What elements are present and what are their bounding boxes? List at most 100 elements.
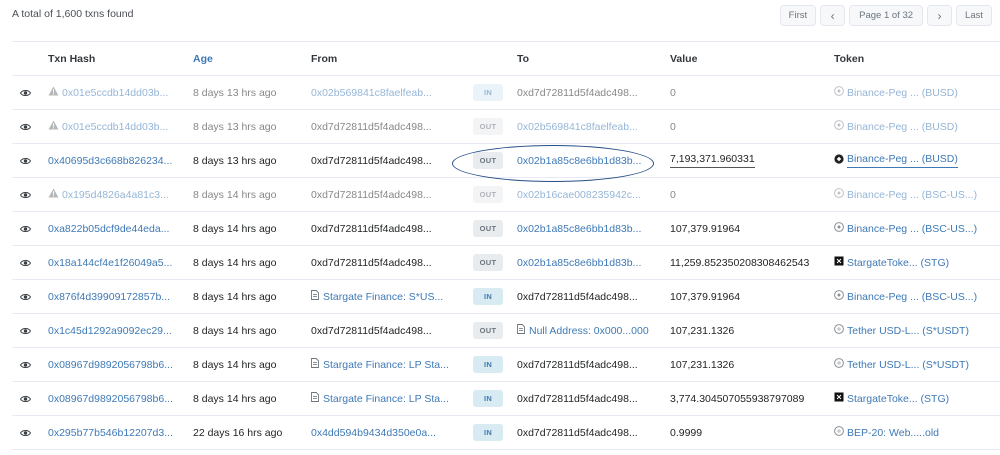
from-address-text: Stargate Finance: LP Sta... [323, 358, 449, 371]
token-link[interactable]: Binance-Peg ... (BSC-US...) [834, 212, 1000, 245]
direction-cell: IN [473, 280, 503, 313]
value-text: 107,231.1326 [670, 358, 735, 371]
header-token: Token [834, 52, 865, 65]
header-txn-hash: Txn Hash [48, 52, 96, 65]
token-icon [834, 222, 844, 235]
from-address: 0xd7d72811d5f4adc498... [311, 314, 461, 347]
next-page-button[interactable]: › [927, 5, 953, 26]
value-cell: 3,774.304507055938797089 [670, 382, 830, 415]
eye-icon[interactable] [20, 382, 40, 415]
eye-icon[interactable] [20, 76, 40, 109]
to-address[interactable]: 0x02b1a85c8e6bb1d83b... [517, 212, 662, 245]
last-page-button[interactable]: Last [956, 5, 992, 26]
to-address[interactable]: 0x02b1a85c8e6bb1d83b... [517, 246, 662, 279]
txn-hash-link[interactable]: 0x18a144cf4e1f26049a5... [48, 246, 188, 279]
direction-badge: IN [473, 288, 503, 305]
txn-hash-text: 0x40695d3c668b826234... [48, 154, 173, 167]
txn-hash-link[interactable]: 0x1c45d1292a9092ec29... [48, 314, 188, 347]
from-address[interactable]: 0x02b569841c8faelfeab... [311, 76, 461, 109]
token-link[interactable]: Binance-Peg ... (BUSD) [834, 144, 1000, 177]
top-bar: A total of 1,600 txns found First ‹ Page… [0, 0, 1000, 34]
eye-icon[interactable] [20, 144, 40, 177]
value-text: 0 [670, 188, 676, 201]
eye-icon[interactable] [20, 178, 40, 211]
direction-badge: OUT [473, 118, 503, 135]
direction-cell: IN [473, 348, 503, 381]
direction-cell: OUT [473, 178, 503, 211]
from-address[interactable]: Stargate Finance: LP Sta... [311, 382, 461, 415]
token-link[interactable]: Tether USD-L... (S*USDT) [834, 314, 1000, 347]
token-text: BEP-20: Web.....old [847, 426, 940, 439]
to-address-text: 0x02b1a85c8e6bb1d83b... [517, 154, 642, 167]
from-address[interactable]: 0x4dd594b9434d350e0a... [311, 416, 461, 449]
token-text: Binance-Peg ... (BUSD) [847, 153, 958, 168]
from-address[interactable]: Stargate Finance: LP Sta... [311, 348, 461, 381]
value-text: 11,259.852350208308462543 [670, 256, 810, 269]
to-address[interactable]: 0x02b1a85c8e6bb1d83b... [517, 144, 662, 177]
header-to: To [517, 52, 530, 65]
token-text: Binance-Peg ... (BUSD) [847, 86, 958, 99]
txn-hash-link[interactable]: 0x08967d9892056798b6... [48, 348, 188, 381]
table-row: 0x08967d9892056798b6... 8 days 14 hrs ago… [12, 382, 1000, 416]
token-link[interactable]: BEP-20: Web.....old [834, 416, 1000, 449]
direction-cell: OUT [473, 110, 503, 143]
to-address-text: 0xd7d72811d5f4adc498... [517, 290, 638, 303]
token-text: Binance-Peg ... (BSC-US...) [847, 290, 978, 303]
to-address-text: 0x02b1a85c8e6bb1d83b... [517, 256, 642, 269]
contract-icon [311, 290, 319, 303]
token-icon [834, 358, 844, 371]
eye-icon[interactable] [20, 280, 40, 313]
txn-hash-link[interactable]: 0x08967d9892056798b6... [48, 382, 188, 415]
eye-icon[interactable] [20, 110, 40, 143]
direction-cell: IN [473, 76, 503, 109]
pagination: First ‹ Page 1 of 32 › Last [779, 5, 992, 26]
txn-hash-link[interactable]: 0xa822b05dcf9de44eda... [48, 212, 188, 245]
token-icon [834, 256, 844, 269]
txn-hash-link[interactable]: 0x40695d3c668b826234... [48, 144, 188, 177]
token-link[interactable]: StargateToke... (STG) [834, 382, 1000, 415]
txn-hash-link[interactable]: 0x01e5ccdb14dd03b... [48, 76, 188, 109]
direction-cell: IN [473, 416, 503, 449]
age-text: 8 days 14 hrs ago [193, 358, 277, 371]
eye-icon[interactable] [20, 314, 40, 347]
direction-cell: IN [473, 382, 503, 415]
token-link[interactable]: Binance-Peg ... (BSC-US...) [834, 178, 1000, 211]
to-address: 0xd7d72811d5f4adc498... [517, 348, 662, 381]
token-icon [834, 188, 844, 201]
header-age[interactable]: Age [193, 42, 308, 75]
token-link[interactable]: Binance-Peg ... (BUSD) [834, 76, 1000, 109]
eye-icon[interactable] [20, 416, 40, 449]
eye-icon[interactable] [20, 246, 40, 279]
from-address-text: 0xd7d72811d5f4adc498... [311, 256, 432, 269]
token-link[interactable]: Binance-Peg ... (BSC-US...) [834, 280, 1000, 313]
to-address-text: 0xd7d72811d5f4adc498... [517, 426, 638, 439]
to-address[interactable]: 0x02b16cae008235942c... [517, 178, 662, 211]
token-link[interactable]: StargateToke... (STG) [834, 246, 1000, 279]
contract-icon [311, 392, 319, 405]
value-cell: 107,231.1326 [670, 314, 830, 347]
txn-hash-link[interactable]: 0x876f4d39909172857b... [48, 280, 188, 313]
to-address[interactable]: Null Address: 0x000...000 [517, 314, 662, 347]
prev-page-button[interactable]: ‹ [820, 5, 846, 26]
from-address[interactable]: Stargate Finance: S*US... [311, 280, 461, 313]
to-address-text: 0x02b569841c8faelfeab... [517, 120, 638, 133]
value-cell: 107,379.91964 [670, 280, 830, 313]
to-address-text: 0xd7d72811d5f4adc498... [517, 86, 638, 99]
to-address[interactable]: 0x02b569841c8faelfeab... [517, 110, 662, 143]
eye-icon[interactable] [20, 212, 40, 245]
value-cell: 107,231.1326 [670, 348, 830, 381]
token-icon [834, 324, 844, 337]
txn-hash-link[interactable]: 0x195d4826a4a81c3... [48, 178, 188, 211]
age-text: 8 days 13 hrs ago [193, 154, 277, 167]
txn-hash-link[interactable]: 0x01e5ccdb14dd03b... [48, 110, 188, 143]
eye-icon[interactable] [20, 348, 40, 381]
first-page-button[interactable]: First [779, 5, 817, 26]
value-text: 7,193,371.960331 [670, 153, 755, 168]
token-text: StargateToke... (STG) [847, 392, 950, 405]
token-icon [834, 120, 844, 133]
to-address-text: 0xd7d72811d5f4adc498... [517, 358, 638, 371]
value-cell: 0.9999 [670, 416, 830, 449]
txn-hash-link[interactable]: 0x295b77b546b12207d3... [48, 416, 188, 449]
token-link[interactable]: Binance-Peg ... (BUSD) [834, 110, 1000, 143]
token-link[interactable]: Tether USD-L... (S*USDT) [834, 348, 1000, 381]
